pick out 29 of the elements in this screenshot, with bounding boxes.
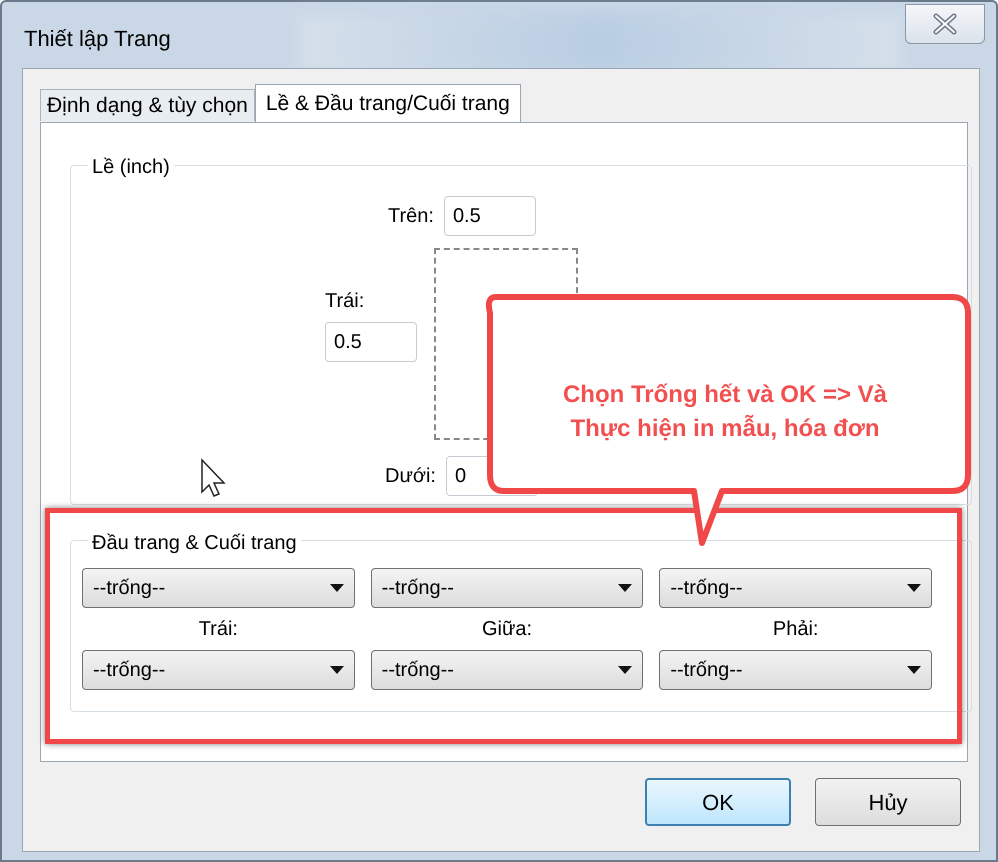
dropdown[interactable]: --trống-- [82,568,355,608]
dropdown[interactable]: --trống-- [370,568,644,608]
caret-icon [618,584,632,592]
field-label: Trên: [388,204,434,229]
column-label: Giữa: [480,617,534,642]
caret-icon [618,666,632,674]
margin-input[interactable]: 0.5 [444,196,536,236]
field-label: Trái: [325,289,366,314]
field-label: Dưới: [385,464,436,489]
caret-icon [906,666,921,674]
column-label: Trái: [198,617,239,642]
window-title: Thiết lập Trang [24,25,171,53]
close-icon [932,13,958,35]
dropdown[interactable]: --trống-- [370,650,644,690]
caret-icon [330,584,344,592]
column-label: Phải: [772,617,820,642]
dropdown[interactable]: --trống-- [659,650,932,690]
cursor-icon [200,458,226,498]
caret-icon [330,666,344,674]
close-button[interactable] [905,4,985,44]
caret-icon [906,584,921,592]
dropdown[interactable]: --trống-- [659,568,932,608]
margin-input[interactable]: 0.5 [325,322,417,362]
tab[interactable]: Định dạng & tùy chọn [40,89,255,121]
dialog-button[interactable]: OK [645,778,791,826]
dropdown[interactable]: --trống-- [82,650,355,690]
tab[interactable]: Lề & Đầu trang/Cuối trang [254,84,521,122]
callout-text: Chọn Trống hết và OK => Và Thực hiện in mẫu, hóa đơn [562,380,888,444]
dialog-button[interactable]: Hủy [815,778,961,826]
